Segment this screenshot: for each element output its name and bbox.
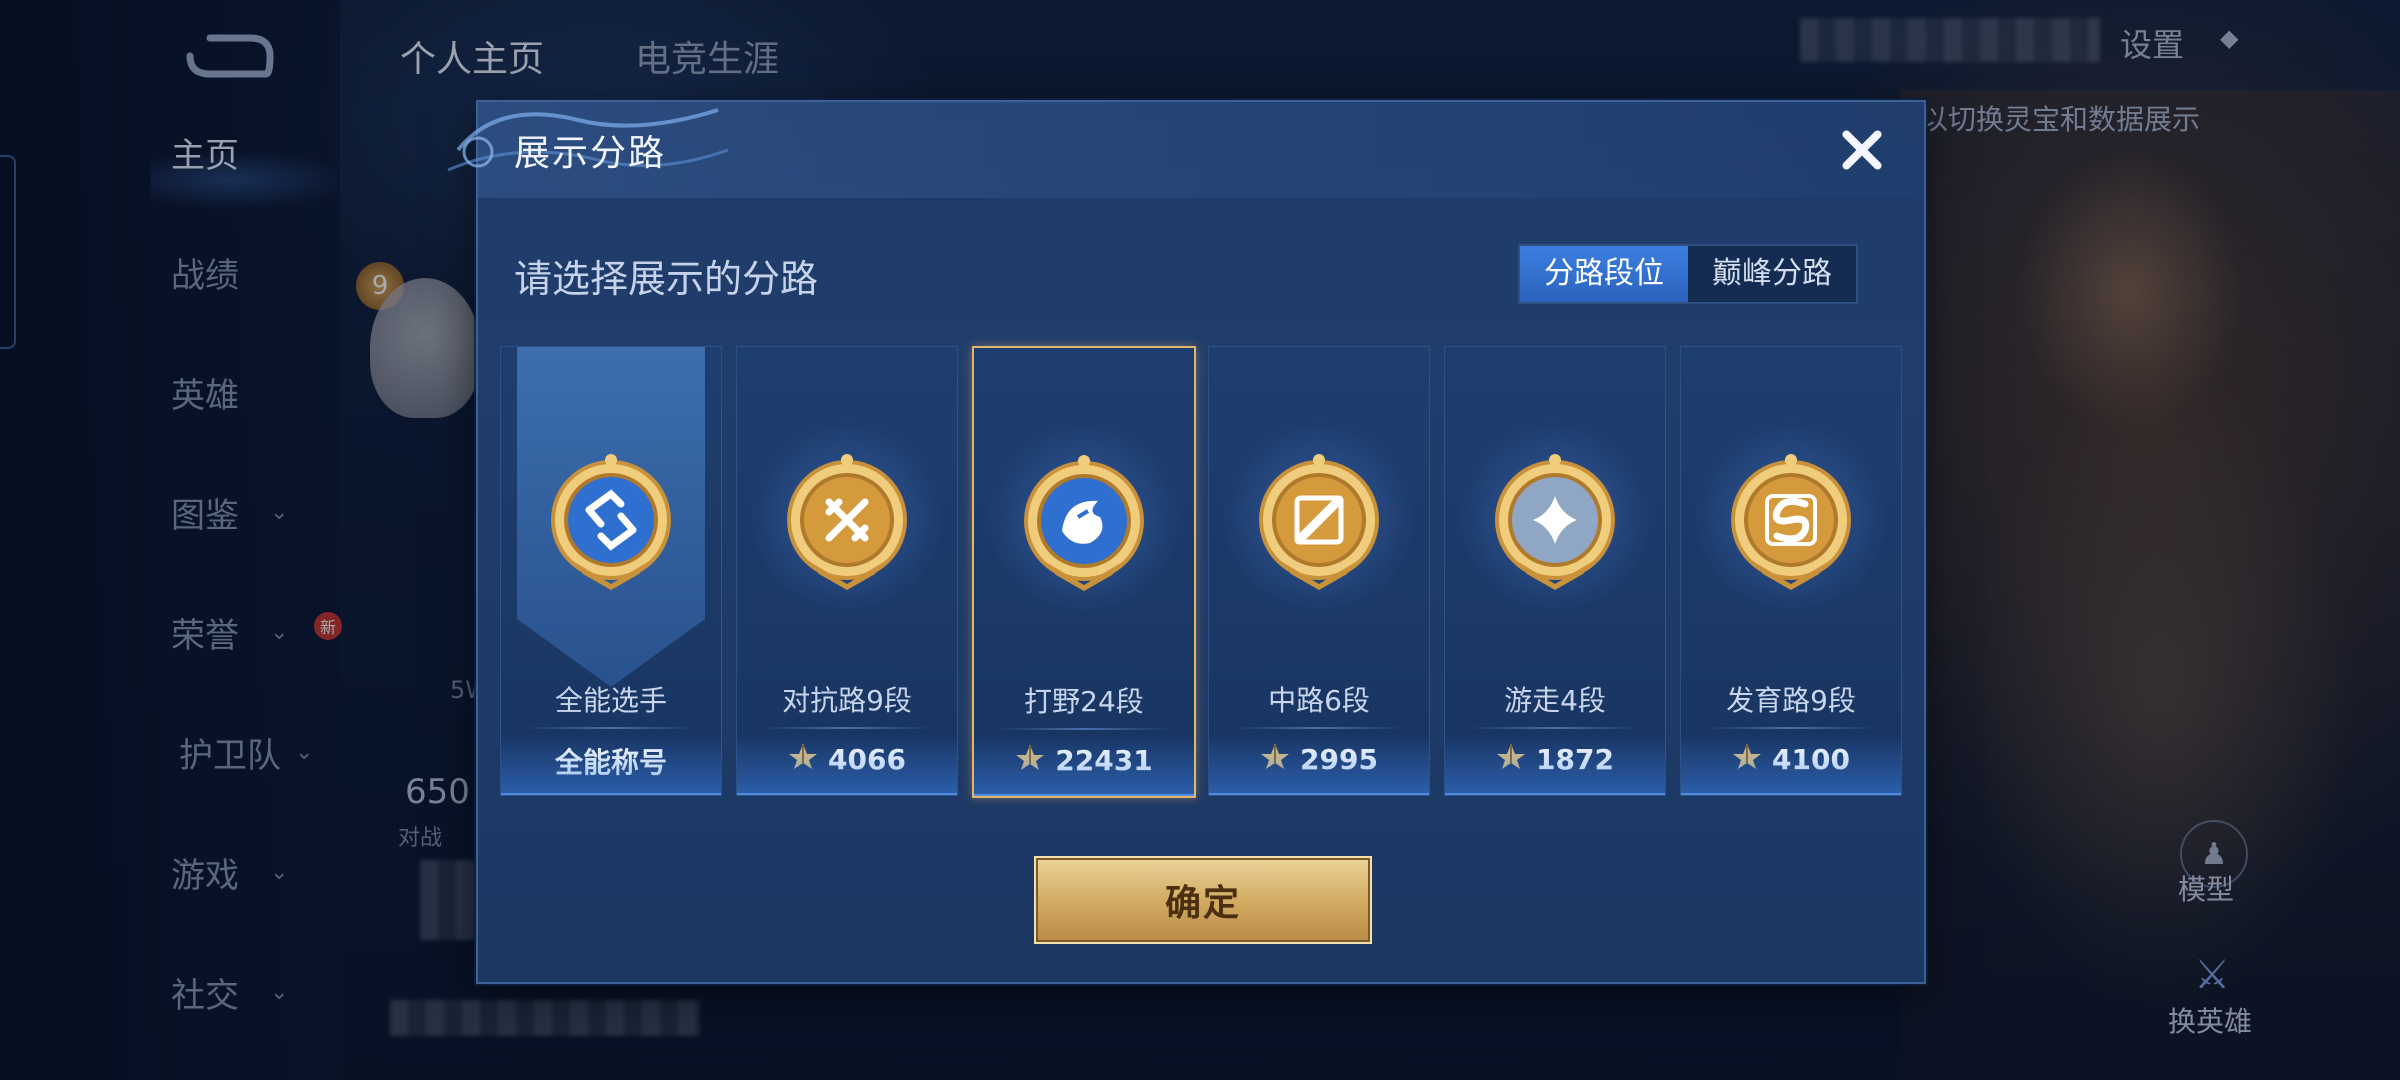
- clash-lane-emblem-icon: [772, 445, 922, 595]
- lane-card-name: 中路6段: [1268, 684, 1370, 717]
- lane-display-dialog: 展示分路 请选择展示的分路 分路段位 巅峰分路 全能选手全能称号对抗路9段406…: [447, 100, 1926, 984]
- close-icon[interactable]: [1832, 120, 1892, 180]
- jungle-emblem-icon: [1009, 446, 1159, 596]
- confirm-button[interactable]: 确定: [1034, 856, 1372, 944]
- card-divider: [998, 728, 1170, 730]
- tab-peak-lane[interactable]: 巅峰分路: [1688, 246, 1856, 302]
- card-bottom-glow: [1681, 733, 1901, 795]
- card-bottom-glow: [1445, 733, 1665, 795]
- lane-card[interactable]: 发育路9段4100: [1680, 346, 1902, 796]
- card-bottom-glow: [1209, 733, 1429, 795]
- farm-lane-emblem-icon: [1716, 445, 1866, 595]
- lane-card-name: 打野24段: [1024, 685, 1144, 718]
- card-divider: [525, 727, 697, 729]
- lane-card[interactable]: 打野24段22431: [972, 346, 1196, 798]
- card-divider: [1469, 727, 1641, 729]
- all-round-emblem-icon: [536, 445, 686, 595]
- card-bottom-glow: [501, 733, 721, 795]
- lane-card-name: 对抗路9段: [782, 684, 912, 717]
- lane-card-name: 全能选手: [554, 684, 667, 717]
- lane-card[interactable]: 全能选手全能称号: [500, 346, 722, 796]
- roam-emblem-icon: [1480, 445, 1630, 595]
- card-bottom-glow: [974, 734, 1194, 796]
- card-divider: [1705, 727, 1877, 729]
- dialog-subtitle: 请选择展示的分路: [514, 257, 819, 301]
- tab-lane-rank[interactable]: 分路段位: [1520, 246, 1688, 302]
- lane-card[interactable]: 对抗路9段4066: [736, 346, 958, 796]
- lane-card-name: 游走4段: [1504, 684, 1606, 717]
- card-divider: [761, 727, 933, 729]
- lane-card[interactable]: 游走4段1872: [1444, 346, 1666, 796]
- lane-card-list: 全能选手全能称号对抗路9段4066打野24段22431中路6段2995游走4段1…: [500, 346, 1902, 798]
- lane-mode-toggle: 分路段位 巅峰分路: [1518, 244, 1858, 304]
- card-divider: [1233, 727, 1405, 729]
- mid-lane-emblem-icon: [1244, 445, 1394, 595]
- lane-card[interactable]: 中路6段2995: [1208, 346, 1430, 796]
- card-bottom-glow: [737, 733, 957, 795]
- dialog-title: 展示分路: [514, 133, 667, 174]
- lane-card-name: 发育路9段: [1726, 684, 1856, 717]
